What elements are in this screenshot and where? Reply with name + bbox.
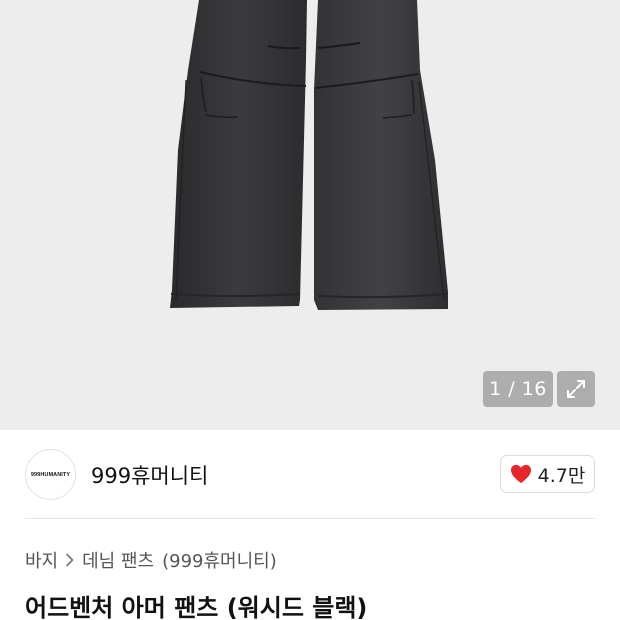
image-counter: 1 / 16 [483, 371, 553, 407]
brand-logo[interactable]: 999HUMANITY [25, 449, 76, 500]
product-image-gallery[interactable]: 1 / 16 [0, 0, 620, 430]
breadcrumb-subcategory[interactable]: 데님 팬츠 [82, 547, 154, 573]
brand-logo-text: 999HUMANITY [30, 471, 71, 478]
product-image[interactable] [0, 0, 620, 430]
divider [25, 518, 595, 519]
brand-row: 999HUMANITY 999휴머니티 4.7만 [0, 430, 620, 518]
heart-icon [510, 464, 531, 484]
like-button[interactable]: 4.7만 [500, 455, 595, 493]
product-title: 어드벤처 아머 팬츠 (워시드 블랙) [25, 594, 368, 620]
breadcrumb: 바지 데님 팬츠 (999휴머니티) [25, 547, 277, 573]
expand-button[interactable] [557, 371, 595, 407]
breadcrumb-brand[interactable]: (999휴머니티) [162, 547, 277, 573]
breadcrumb-category[interactable]: 바지 [25, 547, 58, 573]
expand-arrows-icon [567, 380, 585, 398]
like-count: 4.7만 [537, 464, 586, 487]
chevron-right-icon [65, 553, 75, 567]
brand-name[interactable]: 999휴머니티 [91, 460, 208, 490]
